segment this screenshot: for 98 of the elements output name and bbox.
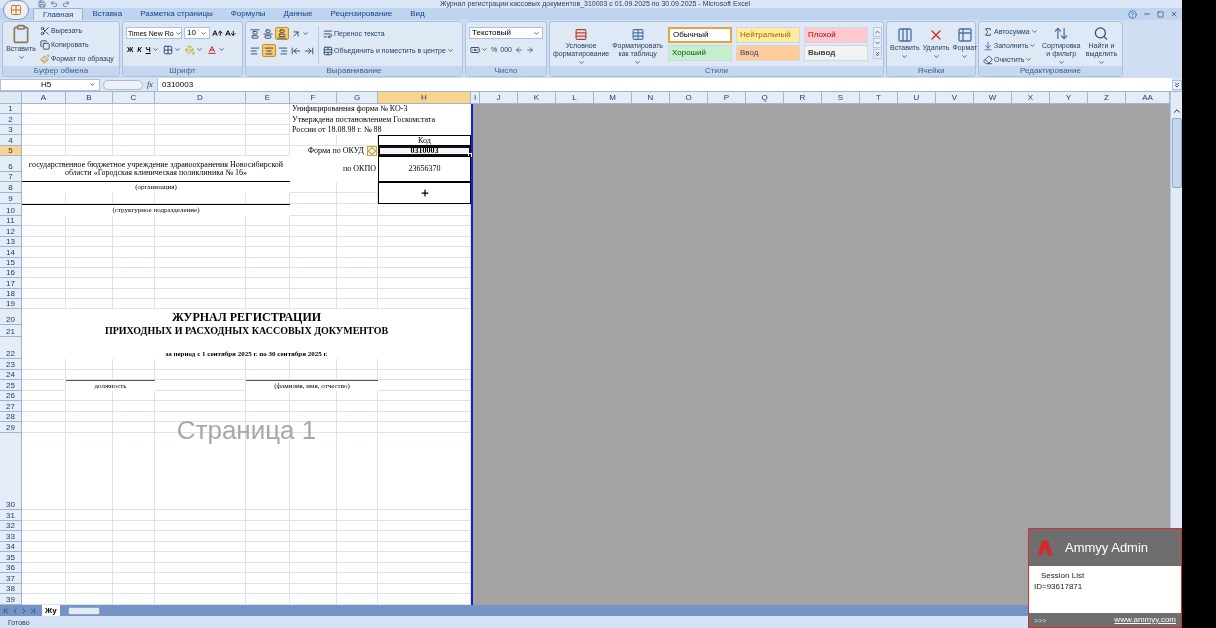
row-header[interactable]: 23: [0, 359, 22, 370]
row-header[interactable]: 15: [0, 258, 22, 268]
cell-style-swatch[interactable]: Вывод: [804, 45, 868, 61]
row-header[interactable]: 8: [0, 182, 22, 193]
row-header[interactable]: 33: [0, 531, 22, 542]
name-box[interactable]: H5: [0, 78, 100, 91]
ribbon-tab[interactable]: Вставка: [83, 8, 132, 20]
font-size-value: 10: [187, 29, 196, 37]
row-header[interactable]: 30: [0, 433, 22, 510]
name-box-value: H5: [41, 80, 52, 89]
table-cell: ЖУРНАЛ РЕГИСТРАЦИИ: [22, 309, 471, 325]
column-header[interactable]: B: [66, 92, 113, 103]
cell-style-swatch[interactable]: Ввод: [736, 45, 800, 61]
row-header[interactable]: 1: [0, 104, 22, 114]
column-header[interactable]: D: [155, 92, 246, 103]
column-header[interactable]: F: [290, 92, 337, 103]
number-format-field[interactable]: Текстовый: [469, 27, 543, 39]
column-header[interactable]: E: [246, 92, 290, 103]
formula-input[interactable]: 0310003: [157, 78, 1172, 91]
row-header[interactable]: 18: [0, 289, 22, 299]
row-header[interactable]: 25: [0, 380, 22, 391]
row-header[interactable]: 22: [0, 337, 22, 359]
column-header[interactable]: R: [784, 92, 822, 103]
group-label: Буфер обмена: [33, 66, 89, 76]
row-header[interactable]: 5: [0, 146, 22, 156]
column-header[interactable]: Q: [746, 92, 784, 103]
column-header[interactable]: T: [860, 92, 898, 103]
session-list-label: Session List: [1040, 572, 1086, 580]
ribbon-tab[interactable]: Разметка страницы: [131, 8, 222, 20]
column-header[interactable]: K: [518, 92, 556, 103]
table-cell: России от 18.08.98 г. № 88: [290, 125, 471, 135]
group-label: Редактирование: [1020, 66, 1081, 76]
table-cell: государственное бюджетное учреждение здравоохранения Новосибирской области «Городская клиническая поликлиника № 16»: [22, 156, 290, 182]
row-header[interactable]: 37: [0, 573, 22, 584]
table-cell: ПРИХОДНЫХ И РАСХОДНЫХ КАССОВЫХ ДОКУМЕНТОВ: [22, 325, 471, 337]
row-header[interactable]: 31: [0, 510, 22, 521]
row-header[interactable]: 4: [0, 135, 22, 146]
row-header[interactable]: 21: [0, 325, 22, 337]
group-label: Стили: [704, 66, 728, 76]
column-header[interactable]: P: [708, 92, 746, 103]
column-header[interactable]: N: [632, 92, 670, 103]
font-size-field[interactable]: 10: [184, 27, 210, 39]
row-header[interactable]: 6: [0, 156, 22, 172]
page-number-label: Страница 1: [176, 416, 317, 444]
group-label: Выравнивание: [326, 66, 382, 76]
insert-function-button[interactable]: fx: [143, 80, 157, 89]
row-header[interactable]: 11: [0, 216, 22, 226]
table-cell: Унифицированная форма № КО-3: [290, 104, 471, 114]
table-cell: 23656370: [378, 156, 471, 182]
number-format-value: Текстовый: [472, 29, 511, 37]
group-label: Число: [494, 66, 518, 76]
row-header[interactable]: 10: [0, 204, 22, 216]
row-header[interactable]: 27: [0, 401, 22, 412]
column-header[interactable]: O: [670, 92, 708, 103]
row-header[interactable]: 14: [0, 247, 22, 258]
ribbon-tab[interactable]: Данные: [274, 8, 322, 20]
row-header[interactable]: 2: [0, 114, 22, 125]
row-header[interactable]: 7: [0, 172, 22, 182]
row-header[interactable]: 17: [0, 278, 22, 289]
group-label: Шрифт: [169, 66, 196, 76]
column-header[interactable]: C: [113, 92, 155, 103]
row-header[interactable]: 12: [0, 226, 22, 237]
popup-title: Ammyy Admin: [1065, 541, 1149, 554]
row-header[interactable]: 29: [0, 422, 22, 433]
column-header[interactable]: A: [22, 92, 66, 103]
table-cell: Код: [378, 135, 471, 146]
ribbon-tab[interactable]: Рецензирование: [321, 8, 402, 20]
column-header[interactable]: Z: [1088, 92, 1126, 103]
column-header[interactable]: W: [974, 92, 1012, 103]
connection-id: ID=93617871: [1034, 583, 1084, 591]
row-header[interactable]: 3: [0, 125, 22, 135]
column-header[interactable]: X: [1012, 92, 1050, 103]
cell-style-swatch[interactable]: Плохой: [804, 27, 868, 43]
cell-style-swatch[interactable]: Хороший: [668, 45, 732, 61]
column-header[interactable]: M: [594, 92, 632, 103]
column-header[interactable]: L: [556, 92, 594, 103]
cell-style-swatch[interactable]: Нейтральный: [736, 27, 800, 43]
column-header[interactable]: V: [936, 92, 974, 103]
ribbon-tab[interactable]: Вид: [401, 8, 434, 20]
column-header[interactable]: Y: [1050, 92, 1088, 103]
row-header[interactable]: 13: [0, 237, 22, 247]
column-header[interactable]: S: [822, 92, 860, 103]
sheet-tab[interactable]: Жу: [42, 605, 60, 616]
column-header[interactable]: U: [898, 92, 936, 103]
ribbon-tab[interactable]: Формулы: [221, 8, 275, 20]
cell-style-swatch[interactable]: Обычный: [668, 27, 732, 43]
website-link[interactable]: www.ammyy.com: [1114, 616, 1176, 624]
group-label: Ячейки: [917, 66, 945, 76]
column-header[interactable]: J: [480, 92, 518, 103]
column-header[interactable]: I: [471, 92, 480, 103]
ribbon-tab[interactable]: Главная: [33, 8, 84, 20]
row-header[interactable]: 20: [0, 309, 22, 325]
column-header[interactable]: H: [378, 92, 471, 103]
table-cell: по ОКПО: [290, 156, 378, 182]
table-cell: Утверждена постановлением Госкомстата: [290, 114, 471, 125]
row-header[interactable]: 9: [0, 193, 22, 204]
row-header[interactable]: 39: [0, 594, 22, 605]
row-header[interactable]: 35: [0, 552, 22, 563]
